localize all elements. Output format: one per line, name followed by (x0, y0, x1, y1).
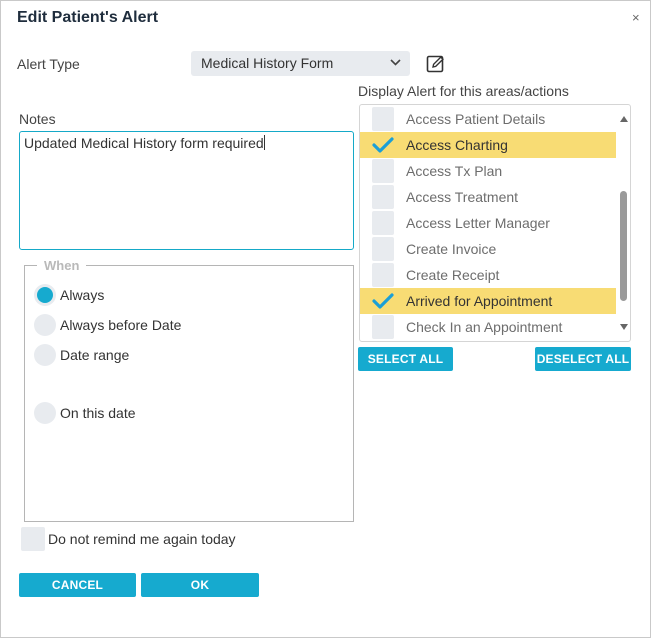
item-label: Access Letter Manager (406, 215, 550, 231)
item-label: Check In an Appointment (406, 319, 563, 335)
when-legend: When (37, 258, 87, 273)
radio-label: Date range (60, 347, 130, 363)
chevron-down-icon (390, 59, 401, 66)
item-checkbox[interactable] (372, 237, 394, 261)
notes-label: Notes (19, 111, 56, 127)
alert-type-value: Medical History Form (201, 55, 334, 71)
list-item[interactable]: Check In an Appointment (360, 314, 616, 340)
item-label: Arrived for Appointment (406, 293, 553, 309)
ok-button[interactable]: OK (141, 573, 259, 597)
list-item[interactable]: Access Letter Manager (360, 210, 616, 236)
item-label: Access Charting (406, 137, 508, 153)
list-item[interactable]: Access Treatment (360, 184, 616, 210)
radio-label: Always before Date (60, 317, 182, 333)
item-label: Access Patient Details (406, 111, 546, 127)
notes-value: Updated Medical History form required (24, 135, 264, 151)
cancel-button[interactable]: CANCEL (19, 573, 136, 597)
do-not-remind-label: Do not remind me again today (48, 531, 236, 547)
list-item[interactable]: Access Patient Details (360, 106, 616, 132)
item-checkbox[interactable] (372, 159, 394, 183)
do-not-remind-checkbox[interactable]: Do not remind me again today (21, 527, 236, 551)
checkbox[interactable] (21, 527, 45, 551)
radio-date-range[interactable]: Date range (34, 343, 129, 367)
list-item[interactable]: Access Tx Plan (360, 158, 616, 184)
radio-always-before-date[interactable]: Always before Date (34, 313, 181, 337)
item-checkbox[interactable] (372, 263, 394, 287)
select-all-button[interactable]: SELECT ALL (358, 347, 453, 371)
item-checkbox[interactable] (372, 289, 394, 313)
list-items: Access Patient Details Access Charting Acc… (360, 106, 616, 340)
list-scrollbar[interactable] (616, 105, 630, 341)
list-item[interactable]: Create Invoice (360, 236, 616, 262)
item-checkbox[interactable] (372, 185, 394, 209)
scroll-thumb[interactable] (620, 191, 627, 301)
radio-button[interactable] (34, 284, 56, 306)
item-label: Access Treatment (406, 189, 519, 205)
alert-type-select[interactable]: Medical History Form (191, 51, 410, 76)
item-checkbox[interactable] (372, 107, 394, 131)
scroll-down-icon[interactable] (620, 324, 628, 330)
edit-alert-type-icon[interactable] (426, 54, 446, 74)
display-areas-label: Display Alert for this areas/actions (358, 83, 569, 99)
scroll-up-icon[interactable] (620, 116, 628, 122)
list-item[interactable]: Create Receipt (360, 262, 616, 288)
item-checkbox[interactable] (372, 315, 394, 339)
checkmark-icon (372, 137, 394, 153)
notes-textarea[interactable]: Updated Medical History form required (19, 131, 354, 250)
radio-button[interactable] (34, 402, 56, 424)
item-label: Access Tx Plan (406, 163, 503, 179)
item-label: Create Invoice (406, 241, 497, 257)
display-areas-list[interactable]: Access Patient Details Access Charting Acc… (359, 104, 631, 342)
radio-button[interactable] (34, 314, 56, 336)
item-checkbox[interactable] (372, 211, 394, 235)
list-item[interactable]: Access Charting (360, 132, 616, 158)
deselect-all-button[interactable]: DESELECT ALL (535, 347, 631, 371)
checkmark-icon (372, 293, 394, 309)
item-checkbox[interactable] (372, 133, 394, 157)
alert-type-label: Alert Type (17, 56, 80, 72)
edit-alert-dialog: Edit Patient's Alert × Alert Type Medica… (0, 0, 651, 638)
item-label: Create Receipt (406, 267, 500, 283)
dialog-title: Edit Patient's Alert (17, 9, 159, 26)
close-icon[interactable]: × (632, 10, 640, 25)
radio-always[interactable]: Always (34, 283, 104, 307)
text-caret (263, 135, 265, 150)
radio-button[interactable] (34, 344, 56, 366)
radio-label: Always (60, 287, 105, 303)
radio-label: On this date (60, 405, 136, 421)
list-item[interactable]: Arrived for Appointment (360, 288, 616, 314)
radio-on-this-date[interactable]: On this date (34, 401, 136, 425)
